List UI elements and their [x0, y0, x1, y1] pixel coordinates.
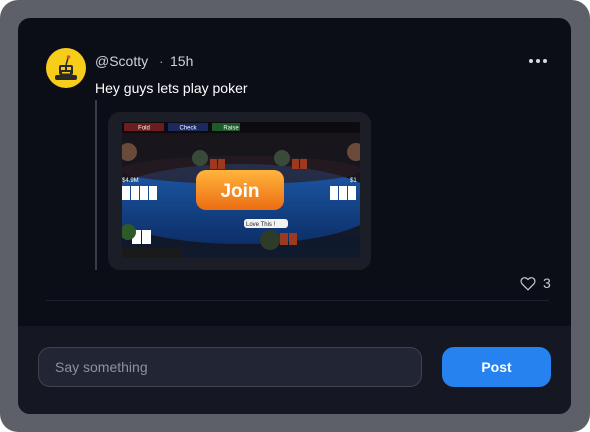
- meta-separator: ·: [159, 53, 164, 69]
- comment-input[interactable]: [38, 347, 422, 387]
- like-button[interactable]: 3: [520, 275, 551, 291]
- more-horizontal-icon: [536, 59, 540, 63]
- thread-line: [95, 100, 97, 270]
- avatar[interactable]: [46, 48, 86, 88]
- post-message: Hey guys lets play poker: [95, 80, 248, 96]
- more-horizontal-icon: [543, 59, 547, 63]
- more-options-button[interactable]: [526, 54, 550, 68]
- fold-label: Fold: [138, 126, 150, 132]
- love-this-label: Love This !: [246, 222, 276, 228]
- post-card: @Scotty · 15h Hey guys lets play poker F…: [18, 18, 571, 414]
- app-frame: @Scotty · 15h Hey guys lets play poker F…: [0, 0, 590, 432]
- like-count: 3: [543, 275, 551, 291]
- post-button[interactable]: Post: [442, 347, 551, 387]
- post-username[interactable]: @Scotty: [95, 53, 148, 69]
- post-media[interactable]: Fold Check Raise $4.9M $1 Join Love This…: [108, 112, 371, 270]
- poker-table-illustration: Fold Check Raise $4.9M $1 Join Love This…: [122, 122, 360, 258]
- robot-icon: [55, 55, 77, 80]
- divider: [46, 300, 549, 301]
- chip-count-left: $4.9M: [122, 178, 139, 184]
- post-content: @Scotty · 15h Hey guys lets play poker F…: [18, 18, 571, 326]
- join-button[interactable]: Join: [220, 181, 259, 202]
- comment-composer: Post: [18, 326, 571, 414]
- more-horizontal-icon: [529, 59, 533, 63]
- raise-label: Raise: [223, 126, 239, 132]
- check-label: Check: [179, 126, 197, 132]
- poker-game-image[interactable]: Fold Check Raise $4.9M $1 Join Love This…: [122, 122, 360, 258]
- heart-icon: [520, 276, 536, 290]
- chip-count-right: $1: [350, 178, 357, 184]
- post-timestamp: 15h: [170, 53, 194, 69]
